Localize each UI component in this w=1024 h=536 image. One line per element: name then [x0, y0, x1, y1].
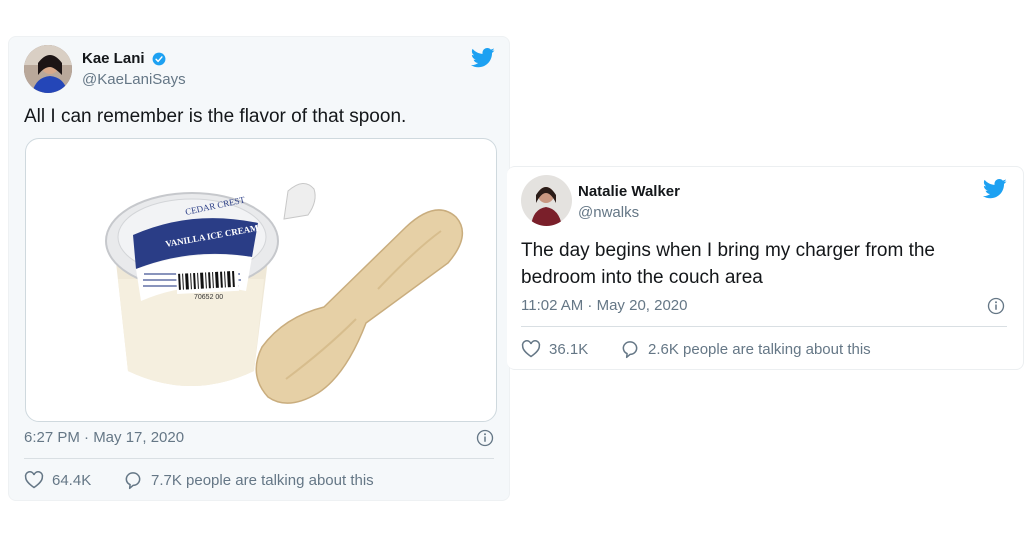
- info-icon[interactable]: [476, 429, 494, 447]
- info-icon[interactable]: [987, 297, 1005, 315]
- avatar[interactable]: [521, 175, 572, 226]
- barcode-digits: 70652 00: [194, 294, 223, 301]
- talking-about-label: 2.6K people are talking about this: [648, 340, 871, 358]
- tweet-media-image[interactable]: CEDAR CREST VANILLA ICE CREAM 70652 00: [25, 138, 497, 422]
- like-count-label: 36.1K: [549, 340, 589, 358]
- author-handle[interactable]: @KaeLaniSays: [82, 71, 186, 88]
- twitter-bird-icon[interactable]: [471, 48, 495, 68]
- ice-cream-cup-image: CEDAR CREST VANILLA ICE CREAM 70652 00: [105, 183, 464, 404]
- avatar[interactable]: [24, 45, 72, 93]
- author-name[interactable]: Natalie Walker: [578, 183, 680, 200]
- comment-icon: [125, 472, 141, 490]
- like-count-label: 64.4K: [52, 471, 92, 489]
- tweet-text: The day begins when I bring my charger f…: [521, 240, 935, 288]
- talking-about-link[interactable]: 2.6K people are talking about this: [620, 339, 871, 359]
- like-count[interactable]: 64.4K: [24, 470, 91, 490]
- heart-icon: [521, 340, 541, 358]
- tweet-timestamp[interactable]: 11:02 AM · May 20, 2020: [521, 297, 688, 314]
- verified-badge-icon: [152, 52, 166, 66]
- divider: [24, 458, 494, 459]
- talking-about-label: 7.7K people are talking about this: [151, 471, 374, 489]
- author-handle[interactable]: @nwalks: [578, 204, 639, 221]
- author-name[interactable]: Kae Lani: [82, 50, 145, 67]
- tweet-card-kae-lani[interactable]: Kae Lani @KaeLaniSays All I can remember…: [8, 36, 510, 501]
- avatar-image: [521, 175, 572, 226]
- like-count[interactable]: 36.1K: [521, 339, 588, 359]
- comment-icon: [622, 341, 638, 359]
- tweet-text: All I can remember is the flavor of that…: [24, 106, 407, 127]
- divider: [521, 326, 1007, 327]
- tweet-timestamp[interactable]: 6:27 PM · May 17, 2020: [24, 429, 184, 446]
- avatar-image: [24, 45, 72, 93]
- tweet-card-natalie-walker[interactable]: Natalie Walker @nwalks The day begins wh…: [507, 166, 1024, 370]
- twitter-bird-icon[interactable]: [983, 179, 1007, 199]
- talking-about-link[interactable]: 7.7K people are talking about this: [123, 470, 374, 490]
- heart-icon: [24, 471, 44, 489]
